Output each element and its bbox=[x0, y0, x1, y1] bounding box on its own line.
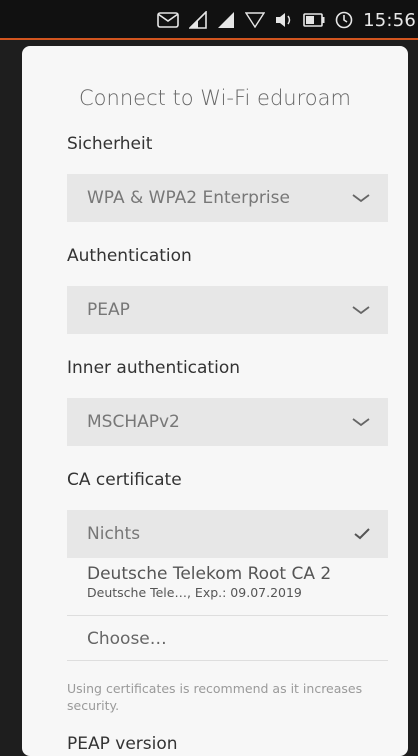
ca-option[interactable]: Deutsche Telekom Root CA 2 Deutsche Tele… bbox=[67, 564, 388, 616]
status-bar: 15:56 bbox=[0, 0, 418, 40]
security-value: WPA & WPA2 Enterprise bbox=[87, 188, 290, 208]
message-icon[interactable] bbox=[157, 12, 179, 28]
status-time: 15:56 bbox=[363, 9, 416, 31]
chevron-down-icon bbox=[352, 194, 370, 203]
security-select[interactable]: WPA & WPA2 Enterprise bbox=[67, 174, 388, 222]
choose-label: Choose… bbox=[87, 628, 167, 649]
signal-icon[interactable] bbox=[217, 11, 235, 29]
ca-option-detail: Deutsche Tele…, Exp.: 09.07.2019 bbox=[87, 585, 302, 600]
chevron-down-icon bbox=[352, 306, 370, 315]
wifi-icon[interactable] bbox=[245, 12, 266, 28]
inner-authentication-label: Inner authentication bbox=[67, 358, 240, 378]
battery-icon[interactable] bbox=[303, 13, 325, 27]
chevron-down-icon bbox=[352, 418, 370, 427]
security-label: Sicherheit bbox=[67, 134, 153, 154]
ca-option-name: Deutsche Telekom Root CA 2 bbox=[87, 564, 332, 584]
ca-selected-value: Nichts bbox=[87, 524, 141, 544]
choose-certificate-button[interactable]: Choose… bbox=[67, 617, 388, 661]
inner-authentication-value: MSCHAPv2 bbox=[87, 412, 180, 432]
signal-icon[interactable] bbox=[189, 11, 207, 29]
status-icons: 15:56 bbox=[157, 0, 418, 40]
alarm-icon[interactable] bbox=[335, 11, 353, 29]
inner-authentication-select[interactable]: MSCHAPv2 bbox=[67, 398, 388, 446]
authentication-value: PEAP bbox=[87, 300, 130, 320]
peap-version-label: PEAP version bbox=[67, 734, 178, 754]
authentication-select[interactable]: PEAP bbox=[67, 286, 388, 334]
certificate-note: Using certificates is recommend as it in… bbox=[67, 681, 363, 713]
authentication-label: Authentication bbox=[67, 246, 192, 266]
dialog-title: Connect to Wi-Fi eduroam bbox=[79, 86, 351, 110]
volume-icon[interactable] bbox=[275, 12, 293, 28]
checkmark-icon bbox=[354, 528, 370, 540]
ca-option-selected[interactable]: Nichts bbox=[67, 510, 388, 558]
ca-certificate-label: CA certificate bbox=[67, 470, 182, 490]
wifi-connect-dialog: Connect to Wi-Fi eduroam Sicherheit WPA … bbox=[22, 46, 408, 756]
